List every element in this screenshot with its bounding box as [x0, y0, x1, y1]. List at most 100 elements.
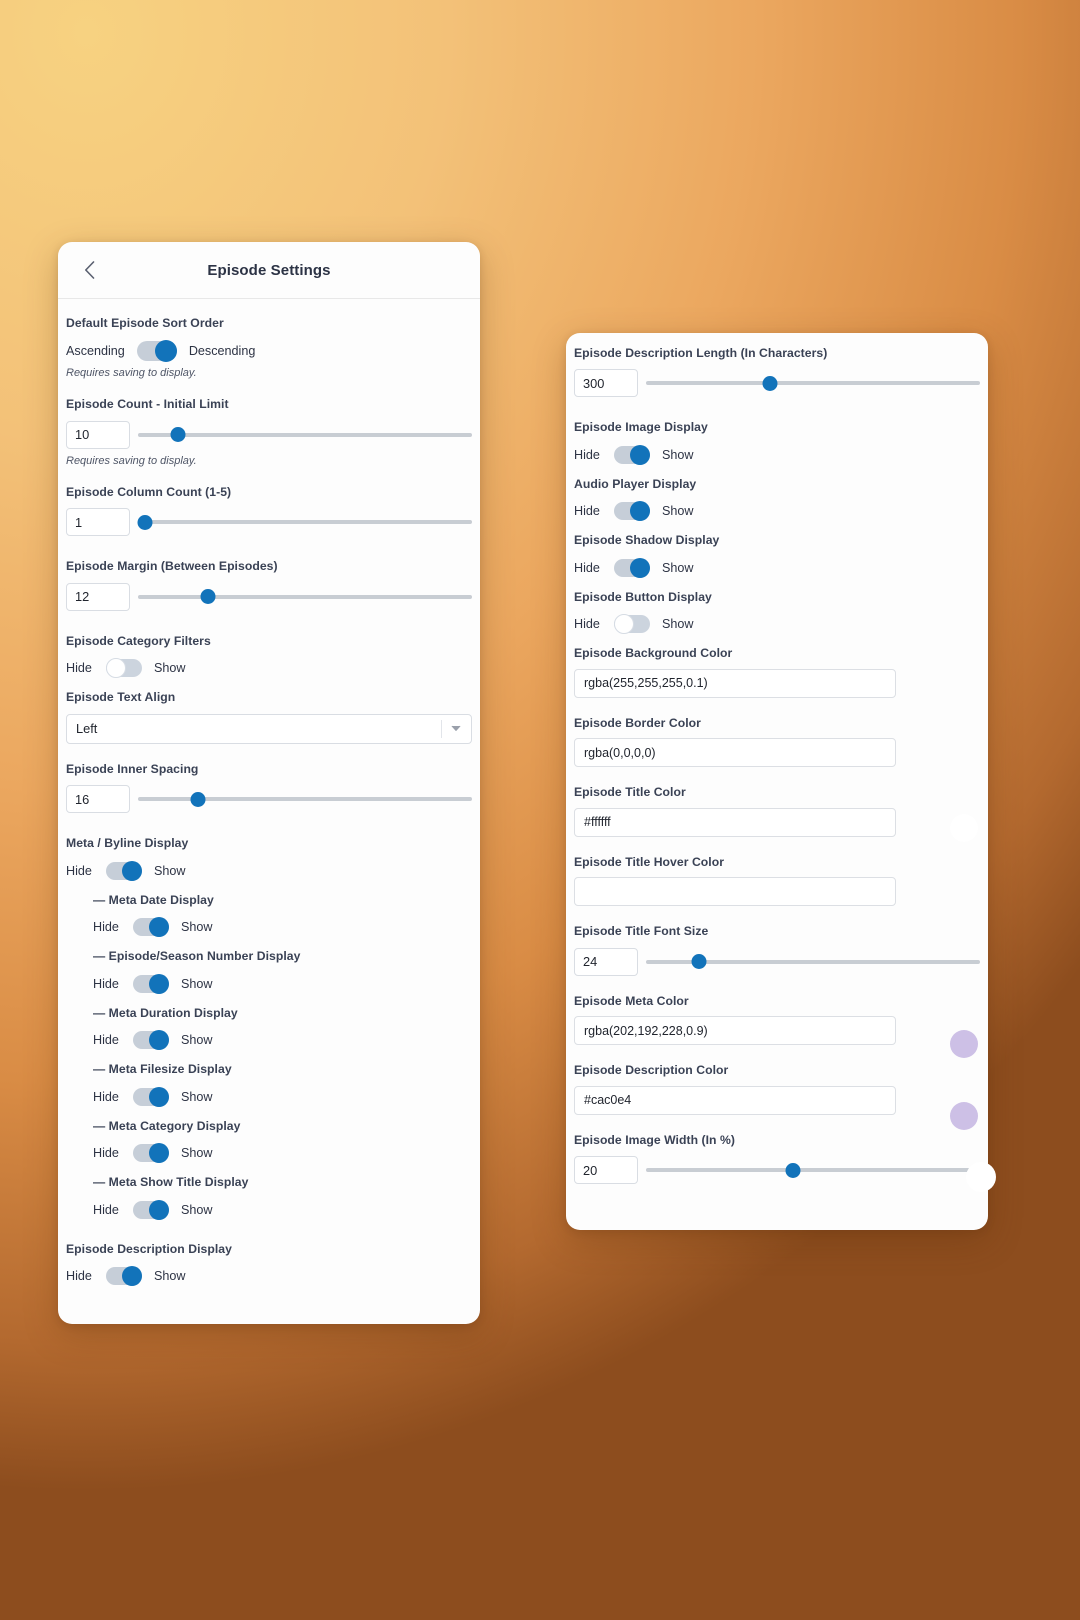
slider-thumb[interactable]	[170, 427, 186, 443]
field-episode-margin: Episode Margin (Between Episodes) 12	[66, 558, 472, 611]
episode-image-width-swatch[interactable]	[966, 1162, 996, 1192]
episode-image-toggle-row: Hide Show	[574, 444, 980, 465]
episode-settings-panel: Episode Settings Default Episode Sort Or…	[58, 242, 480, 1324]
field-episode-season-number-display: — Episode/Season Number Display Hide Sho…	[66, 948, 472, 994]
meta-duration-display-switch[interactable]	[133, 1030, 169, 1051]
field-meta-byline-display: Meta / Byline Display Hide Show	[66, 835, 472, 881]
episode-count-input[interactable]: 10	[66, 420, 130, 449]
episode-inner-spacing-input[interactable]: 16	[66, 785, 130, 814]
episode-category-filters-switch[interactable]	[106, 658, 142, 679]
episode-image-width-input[interactable]: 20	[574, 1156, 638, 1185]
select-separator	[441, 719, 442, 738]
toggle-on-label: Show	[181, 920, 213, 935]
field-audio-player-display: Audio Player Display Hide Show	[574, 476, 980, 522]
episode-title-hover-color-input[interactable]	[574, 877, 896, 907]
meta-filesize-display-switch[interactable]	[133, 1086, 169, 1107]
episode-count-slider[interactable]	[138, 425, 472, 445]
episode-image-display-switch[interactable]	[614, 444, 650, 465]
episode-description-length-slider[interactable]	[646, 373, 980, 393]
slider-row: 10	[66, 420, 472, 449]
toggle-off-label: Hide	[93, 976, 119, 991]
field-label: Episode Title Font Size	[574, 924, 709, 939]
field-episode-image-display: Episode Image Display Hide Show	[574, 419, 980, 465]
category-filters-toggle-row: Hide Show	[66, 658, 472, 679]
episode-background-color-input[interactable]: rgba(255,255,255,0.1)	[574, 668, 896, 698]
page-title: Episode Settings	[207, 261, 331, 279]
episode-description-toggle-row: Hide Show	[66, 1266, 472, 1287]
field-episode-inner-spacing: Episode Inner Spacing 16	[66, 761, 472, 814]
switch-knob	[122, 1266, 142, 1287]
field-label: Meta / Byline Display	[66, 836, 189, 851]
back-button[interactable]	[72, 253, 106, 287]
episode-button-display-switch[interactable]	[614, 614, 650, 635]
field-label: — Meta Date Display	[93, 892, 214, 907]
episode-description-color-swatch[interactable]	[950, 1102, 978, 1130]
meta-category-display-switch[interactable]	[133, 1143, 169, 1164]
field-label: Episode Text Align	[66, 690, 176, 705]
episode-margin-slider[interactable]	[138, 587, 472, 607]
toggle-on-label: Descending	[188, 344, 256, 359]
episode-title-color-input[interactable]: #ffffff	[574, 807, 896, 837]
field-episode-title-color: Episode Title Color #ffffff	[574, 784, 980, 837]
field-label: — Episode/Season Number Display	[93, 949, 301, 964]
slider-row: 1	[66, 508, 472, 537]
episode-title-color-swatch[interactable]	[950, 814, 978, 842]
field-episode-title-hover-color: Episode Title Hover Color	[574, 854, 980, 907]
meta-date-display-switch[interactable]	[133, 917, 169, 938]
slider-thumb[interactable]	[137, 514, 153, 530]
field-meta-filesize-display: — Meta Filesize Display Hide Show	[66, 1061, 472, 1107]
episode-inner-spacing-slider[interactable]	[138, 789, 472, 809]
slider-track	[138, 594, 472, 599]
field-meta-date-display: — Meta Date Display Hide Show	[66, 892, 472, 938]
episode-title-font-size-input[interactable]: 24	[574, 947, 638, 976]
episode-description-display-switch[interactable]	[106, 1266, 142, 1287]
episode-image-width-slider[interactable]	[646, 1160, 980, 1180]
episode-margin-input[interactable]: 12	[66, 582, 130, 611]
chevron-left-icon	[84, 261, 95, 279]
slider-track	[138, 797, 472, 802]
slider-thumb[interactable]	[200, 589, 216, 605]
sort-order-switch[interactable]	[136, 340, 177, 363]
audio-player-display-switch[interactable]	[614, 501, 650, 522]
select-value: Left	[76, 721, 98, 737]
switch-knob	[614, 614, 634, 635]
episode-description-length-input[interactable]: 300	[574, 369, 638, 398]
episode-meta-color-input[interactable]: rgba(202,192,228,0.9)	[574, 1016, 896, 1046]
episode-meta-color-swatch[interactable]	[950, 1030, 978, 1058]
slider-track	[646, 1168, 980, 1173]
slider-thumb[interactable]	[762, 375, 778, 391]
field-label: Episode Button Display	[574, 589, 712, 604]
episode-column-count-slider[interactable]	[137, 512, 472, 532]
slider-row: 16	[66, 785, 472, 814]
field-label: Episode Title Hover Color	[574, 854, 725, 869]
toggle-off-label: Hide	[574, 504, 600, 519]
field-episode-count-initial-limit: Episode Count - Initial Limit 10 Require…	[66, 396, 472, 467]
field-episode-column-count: Episode Column Count (1-5) 1	[66, 484, 472, 537]
toggle-on-label: Show	[154, 1269, 186, 1284]
field-label: Episode Inner Spacing	[66, 761, 199, 776]
slider-thumb[interactable]	[785, 1162, 801, 1178]
meta-show-title-display-switch[interactable]	[133, 1199, 169, 1220]
field-label: Episode Description Display	[66, 1241, 232, 1256]
toggle-on-label: Show	[662, 617, 694, 632]
toggle-off-label: Hide	[93, 1089, 119, 1104]
slider-row: 24	[574, 947, 980, 976]
episode-shadow-display-switch[interactable]	[614, 557, 650, 578]
toggle-off-label: Hide	[574, 447, 600, 462]
episode-title-font-size-slider[interactable]	[646, 952, 980, 972]
episode-text-align-select[interactable]: Left	[66, 713, 472, 744]
field-label: Audio Player Display	[574, 476, 697, 491]
episode-appearance-panel: Episode Description Length (In Character…	[566, 333, 988, 1230]
episode-description-color-input[interactable]: #cac0e4	[574, 1085, 896, 1115]
slider-thumb[interactable]	[190, 791, 206, 807]
chevron-down-icon[interactable]	[449, 722, 463, 736]
meta-byline-display-switch[interactable]	[106, 860, 142, 881]
field-episode-meta-color: Episode Meta Color rgba(202,192,228,0.9)	[574, 993, 980, 1046]
field-label: Episode Image Display	[574, 420, 708, 435]
field-episode-description-display: Episode Description Display Hide Show	[66, 1241, 472, 1287]
episode-column-count-input[interactable]: 1	[66, 508, 130, 537]
episode-border-color-input[interactable]: rgba(0,0,0,0)	[574, 738, 896, 768]
toggle-on-label: Show	[181, 1033, 213, 1048]
episode-season-number-display-switch[interactable]	[133, 973, 169, 994]
slider-thumb[interactable]	[691, 954, 707, 970]
